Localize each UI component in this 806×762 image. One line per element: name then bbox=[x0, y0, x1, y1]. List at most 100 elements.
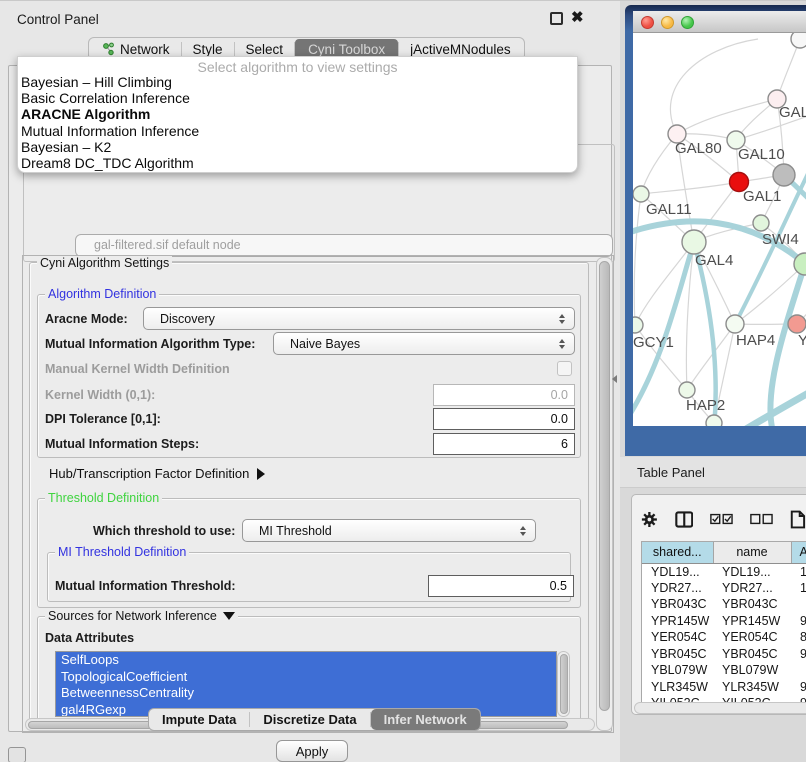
splitter-collapse-icon[interactable] bbox=[612, 375, 617, 383]
maximize-window-icon[interactable] bbox=[681, 16, 694, 29]
table-row[interactable]: YBR043CYBR043C bbox=[642, 596, 806, 613]
select-all-icon[interactable] bbox=[710, 513, 733, 525]
column-header[interactable]: A bbox=[791, 542, 806, 563]
close-panel-icon[interactable]: ✖ bbox=[571, 8, 584, 26]
network-node[interactable] bbox=[726, 315, 744, 333]
algorithm-dropdown-list: Select algorithm to view settings Bayesi… bbox=[17, 56, 578, 173]
table-row[interactable]: YPR145WYPR145W9. bbox=[642, 613, 806, 630]
table-cell: 9. bbox=[791, 613, 806, 630]
table-row[interactable]: YDL19...YDL19...13 bbox=[642, 563, 806, 580]
list-item[interactable]: SelfLoops bbox=[56, 652, 556, 669]
network-source-combo[interactable]: gal-filtered.sif default node bbox=[75, 234, 613, 257]
dropdown-item[interactable]: Bayesian – Hill Climbing bbox=[18, 74, 577, 90]
scrollbar-thumb[interactable] bbox=[560, 654, 568, 714]
table-row[interactable]: YDR27...YDR27...12 bbox=[642, 580, 806, 597]
table-cell: 9. bbox=[791, 695, 806, 702]
mi-steps-field[interactable]: 6 bbox=[433, 433, 575, 455]
node-label: GAL4 bbox=[695, 252, 733, 269]
network-node[interactable] bbox=[791, 33, 806, 48]
table-row[interactable]: YLR345WYLR345W9. bbox=[642, 679, 806, 696]
column-header[interactable]: name bbox=[713, 542, 791, 563]
node-label: GCY1 bbox=[633, 334, 674, 351]
table-cell: YBL079W bbox=[713, 662, 791, 679]
list-item[interactable]: TopologicalCoefficient bbox=[56, 669, 556, 686]
network-node[interactable] bbox=[773, 164, 795, 186]
list-item[interactable]: BetweennessCentrality bbox=[56, 685, 556, 702]
float-panel-icon[interactable] bbox=[550, 12, 563, 25]
network-node[interactable] bbox=[633, 186, 649, 202]
network-node[interactable] bbox=[633, 317, 643, 333]
network-window: GALGAL80GAL10GAL1GAL11SWI4GAL4HAP4YGCY1H… bbox=[633, 11, 806, 426]
network-node[interactable] bbox=[706, 415, 722, 426]
file-icon[interactable] bbox=[790, 509, 806, 530]
mi-threshold-label: Mutual Information Threshold: bbox=[55, 579, 236, 593]
columns-icon[interactable] bbox=[675, 510, 694, 529]
dropdown-item[interactable]: Basic Correlation Inference bbox=[18, 90, 577, 106]
network-node[interactable] bbox=[679, 382, 695, 398]
table-row[interactable]: YBL079WYBL079W bbox=[642, 662, 806, 679]
apply-button[interactable]: Apply bbox=[276, 740, 348, 762]
table-cell: YBL079W bbox=[642, 662, 713, 679]
table-cell: 13 bbox=[791, 563, 806, 580]
network-node[interactable] bbox=[682, 230, 706, 254]
network-node[interactable] bbox=[788, 315, 806, 333]
network-window-titlebar[interactable] bbox=[633, 11, 806, 33]
table-cell: YIL052C bbox=[713, 695, 791, 702]
network-canvas[interactable]: GALGAL80GAL10GAL1GAL11SWI4GAL4HAP4YGCY1H… bbox=[633, 33, 806, 426]
hub-definition-toggle[interactable]: Hub/Transcription Factor Definition bbox=[49, 466, 265, 481]
table-row[interactable]: YIL052CYIL052C9. bbox=[642, 695, 806, 702]
network-edge[interactable] bbox=[670, 39, 758, 134]
list-vertical-scrollbar[interactable] bbox=[557, 651, 570, 717]
bottom-tab-infer-network[interactable]: Infer Network bbox=[371, 709, 480, 730]
dropdown-item[interactable]: Bayesian – K2 bbox=[18, 139, 577, 155]
hub-definition-label: Hub/Transcription Factor Definition bbox=[49, 466, 249, 481]
node-label: GAL bbox=[779, 104, 806, 121]
dropdown-item[interactable]: Dream8 DC_TDC Algorithm bbox=[18, 155, 577, 171]
column-header[interactable]: shared... bbox=[642, 542, 713, 563]
network-edge[interactable] bbox=[635, 242, 694, 325]
node-table[interactable]: shared...nameA YDL19...YDL19...13YDR27..… bbox=[641, 541, 806, 702]
table-cell: YLR345W bbox=[713, 679, 791, 696]
network-view-frame: GALGAL80GAL10GAL1GAL11SWI4GAL4HAP4YGCY1H… bbox=[625, 5, 806, 456]
node-label: GAL80 bbox=[675, 140, 722, 157]
table-panel-title: Table Panel bbox=[637, 465, 705, 480]
table-cell: YBR045C bbox=[713, 646, 791, 663]
sources-title: Sources for Network Inference bbox=[48, 609, 217, 623]
table-cell: YLR345W bbox=[642, 679, 713, 696]
bottom-tab-discretize-data[interactable]: Discretize Data bbox=[250, 709, 369, 730]
gear-icon[interactable] bbox=[641, 510, 658, 529]
dropdown-item[interactable]: ARACNE Algorithm bbox=[18, 106, 577, 122]
combo-stepper-icon bbox=[559, 339, 565, 349]
mi-threshold-field[interactable]: 0.5 bbox=[428, 575, 574, 597]
table-cell: 8. bbox=[791, 629, 806, 646]
network-edge[interactable] bbox=[641, 134, 677, 194]
scrollbar-thumb[interactable] bbox=[599, 261, 610, 711]
mi-type-label: Mutual Information Algorithm Type: bbox=[45, 337, 255, 351]
table-row[interactable]: YER054CYER054C8. bbox=[642, 629, 806, 646]
combo-value: MI Threshold bbox=[259, 524, 332, 538]
dropdown-item[interactable]: Mutual Information Inference bbox=[18, 123, 577, 139]
settings-vertical-scrollbar[interactable] bbox=[596, 257, 613, 731]
network-graph: GALGAL80GAL10GAL1GAL11SWI4GAL4HAP4YGCY1H… bbox=[633, 33, 806, 426]
minimize-window-icon[interactable] bbox=[661, 16, 674, 29]
network-edge[interactable] bbox=[641, 182, 739, 194]
deselect-all-icon[interactable] bbox=[750, 513, 773, 525]
panel-corner-icon[interactable] bbox=[8, 747, 26, 762]
sources-toggle[interactable]: Sources for Network Inference bbox=[45, 609, 238, 623]
manual-kernel-checkbox[interactable] bbox=[557, 361, 572, 376]
dpi-tolerance-field[interactable]: 0.0 bbox=[433, 408, 575, 430]
network-edge[interactable] bbox=[634, 194, 641, 325]
close-window-icon[interactable] bbox=[641, 16, 654, 29]
which-threshold-combo[interactable]: MI Threshold bbox=[242, 519, 536, 542]
kernel-width-field[interactable]: 0.0 bbox=[433, 384, 575, 406]
bottom-tab-impute-data[interactable]: Impute Data bbox=[149, 709, 249, 730]
panel-title: Control Panel bbox=[17, 12, 99, 27]
network-edge[interactable] bbox=[677, 99, 777, 134]
table-row[interactable]: YBR045CYBR045C9. bbox=[642, 646, 806, 663]
table-header-row[interactable]: shared...nameA bbox=[642, 542, 806, 563]
mi-type-combo[interactable]: Naive Bayes bbox=[273, 332, 575, 355]
network-node[interactable] bbox=[753, 215, 769, 231]
aracne-mode-combo[interactable]: Discovery bbox=[143, 307, 575, 330]
table-cell: YDL19... bbox=[713, 563, 791, 580]
table-horizontal-scrollbar[interactable] bbox=[634, 702, 806, 714]
